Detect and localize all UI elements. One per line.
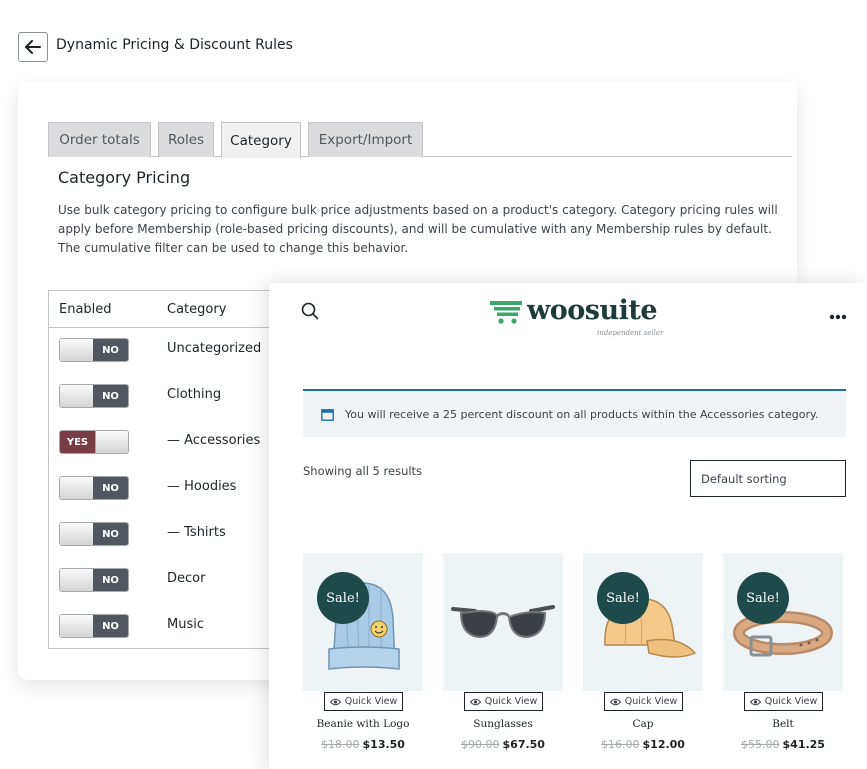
cap-image — [604, 596, 697, 658]
category-name: Decor — [167, 571, 206, 586]
product-name[interactable]: Cap — [583, 718, 703, 730]
enabled-toggle[interactable]: NO — [59, 384, 129, 408]
eye-icon — [329, 698, 341, 705]
column-header-category: Category — [167, 302, 227, 317]
enabled-toggle[interactable]: NO — [59, 614, 129, 638]
table-row: NO — Hoodies — [49, 476, 279, 522]
quick-view-label: Quick View — [764, 696, 818, 707]
calendar-icon — [321, 409, 334, 421]
sale-price: $12.00 — [642, 738, 685, 751]
shopping-cart-icon — [490, 301, 522, 324]
sunglasses-image — [451, 605, 555, 639]
section-title: Category Pricing — [58, 168, 191, 187]
product-image[interactable]: Sale! — [303, 553, 423, 691]
search-button[interactable] — [301, 302, 321, 322]
column-header-enabled: Enabled — [59, 302, 112, 317]
product-card[interactable]: Sale! Quick View Belt $55.00 $41.25 — [723, 553, 843, 769]
old-price: $16.00 — [601, 738, 640, 751]
category-name: Music — [167, 617, 204, 632]
brand-logo[interactable]: woosuite independent seller — [489, 295, 663, 341]
product-image[interactable]: Sale! — [583, 553, 703, 691]
beanie-image — [328, 582, 400, 670]
old-price: $18.00 — [321, 738, 360, 751]
table-row: NO Uncategorized — [49, 338, 279, 384]
category-name: Uncategorized — [167, 341, 262, 356]
tab-export-import[interactable]: Export/Import — [308, 122, 423, 157]
product-card[interactable]: Sale! Quick View Beanie with Logo $18.00… — [303, 553, 423, 769]
enabled-toggle[interactable]: NO — [59, 522, 129, 546]
admin-header: Dynamic Pricing & Discount Rules — [0, 0, 797, 82]
sort-select[interactable]: Default sorting — [690, 460, 846, 497]
table-row: NO Decor — [49, 568, 279, 614]
product-price: $90.00 $67.50 — [443, 738, 563, 751]
sale-price: $41.25 — [782, 738, 825, 751]
brand-tagline: independent seller — [597, 329, 664, 337]
product-card[interactable]: Sale! Quick View Cap $16.00 $12.00 — [583, 553, 703, 769]
product-image[interactable] — [443, 553, 563, 691]
sale-badge: Sale! — [597, 572, 649, 624]
brand-name: woosuite — [527, 295, 658, 326]
eye-icon — [609, 698, 621, 705]
arrow-left-icon — [25, 40, 41, 54]
category-name: — Tshirts — [167, 525, 226, 540]
enabled-toggle[interactable]: YES — [59, 430, 129, 454]
eye-icon — [749, 698, 761, 705]
category-name: — Accessories — [167, 433, 261, 448]
product-image[interactable]: Sale! — [723, 553, 843, 691]
quick-view-button[interactable]: Quick View — [744, 692, 823, 711]
more-dots-icon — [829, 314, 847, 320]
tab-order-totals[interactable]: Order totals — [48, 122, 151, 157]
product-name[interactable]: Belt — [723, 718, 843, 730]
enabled-toggle[interactable]: NO — [59, 476, 129, 500]
category-name: — Hoodies — [167, 479, 237, 494]
category-rules-table: Enabled Category NO Uncategorized NO Clo… — [48, 290, 278, 649]
quick-view-button[interactable]: Quick View — [464, 692, 543, 711]
tab-bar: Order totals Roles Category Export/Impor… — [48, 122, 792, 158]
quick-view-label: Quick View — [624, 696, 678, 707]
sale-price: $67.50 — [502, 738, 545, 751]
belt-image — [733, 611, 833, 657]
tab-category[interactable]: Category — [221, 122, 301, 158]
table-row: NO Clothing — [49, 384, 279, 430]
product-price: $18.00 $13.50 — [303, 738, 423, 751]
table-header: Enabled Category — [49, 291, 278, 328]
old-price: $90.00 — [461, 738, 500, 751]
section-description: Use bulk category pricing to configure b… — [58, 203, 778, 255]
old-price: $55.00 — [741, 738, 780, 751]
product-name[interactable]: Beanie with Logo — [303, 718, 423, 730]
notice-text: You will receive a 25 percent discount o… — [345, 408, 819, 421]
category-name: Clothing — [167, 387, 222, 402]
discount-notice: You will receive a 25 percent discount o… — [303, 389, 846, 437]
quick-view-label: Quick View — [484, 696, 538, 707]
enabled-toggle[interactable]: NO — [59, 568, 129, 592]
table-row: NO Music — [49, 614, 279, 660]
sale-badge: Sale! — [737, 572, 789, 624]
page-title: Dynamic Pricing & Discount Rules — [56, 37, 293, 53]
product-name[interactable]: Sunglasses — [443, 718, 563, 730]
result-count: Showing all 5 results — [303, 464, 423, 478]
sale-badge: Sale! — [317, 572, 369, 624]
sale-price: $13.50 — [362, 738, 405, 751]
search-icon — [301, 302, 319, 320]
enabled-toggle[interactable]: NO — [59, 338, 129, 362]
quick-view-label: Quick View — [344, 696, 398, 707]
table-row: NO — Tshirts — [49, 522, 279, 568]
tab-roles[interactable]: Roles — [158, 122, 214, 157]
more-menu-button[interactable] — [829, 305, 849, 320]
product-price: $16.00 $12.00 — [583, 738, 703, 751]
storefront-panel: woosuite independent seller You will rec… — [269, 283, 867, 769]
eye-icon — [469, 698, 481, 705]
table-row: YES — Accessories — [49, 430, 279, 476]
back-button[interactable] — [18, 32, 48, 62]
product-price: $55.00 $41.25 — [723, 738, 843, 751]
product-card[interactable]: Quick View Sunglasses $90.00 $67.50 — [443, 553, 563, 769]
quick-view-button[interactable]: Quick View — [324, 692, 403, 711]
quick-view-button[interactable]: Quick View — [604, 692, 683, 711]
